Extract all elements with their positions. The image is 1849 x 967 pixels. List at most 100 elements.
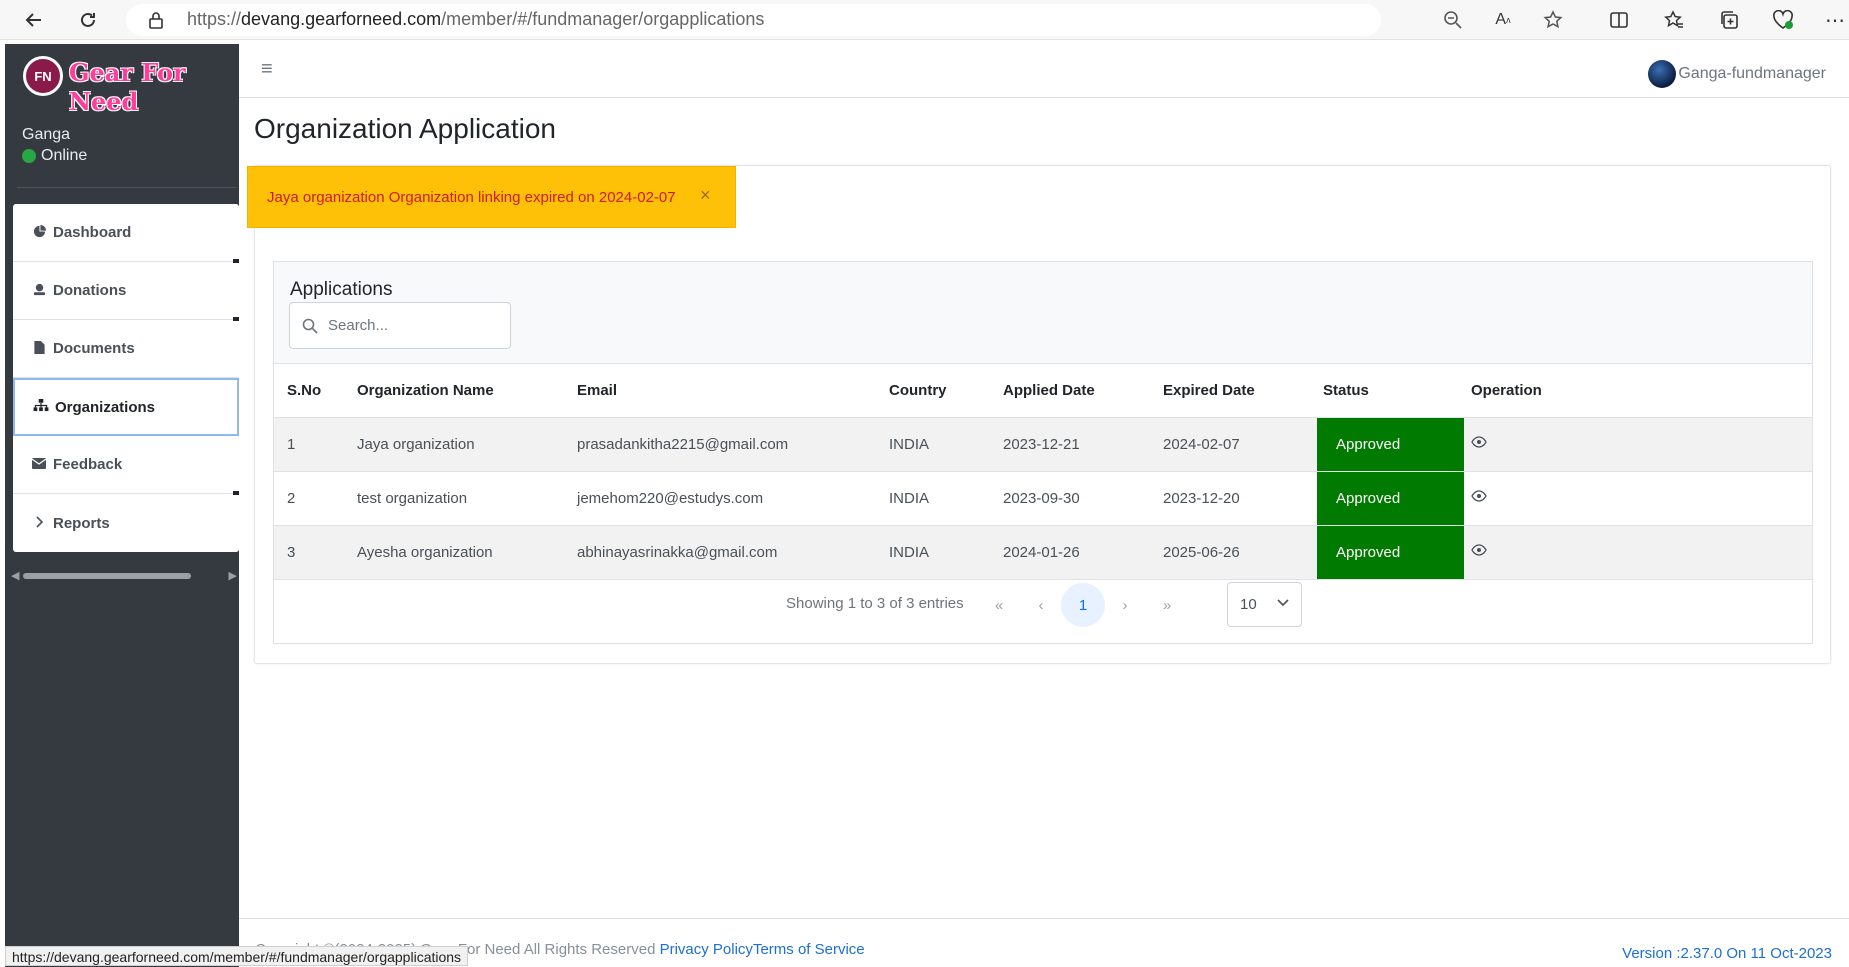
scroll-left-arrow-icon[interactable]: ◀ [11,569,19,582]
split-screen-icon[interactable] [1607,8,1631,32]
page-size-select[interactable]: 10 [1227,582,1302,627]
browser-essentials-icon[interactable] [1771,8,1795,32]
cell-sno: 1 [274,417,357,472]
sidebar-user-status: Online [22,147,87,165]
cell-expired-date: 2024-02-07 [1163,417,1317,472]
expiry-alert: Jaya organization Organization linking e… [247,166,736,228]
cell-status: Approved [1317,417,1464,472]
cell-applied-date: 2023-09-30 [1003,471,1163,526]
table-row: 2 test organization jemehom220@estudys.c… [274,471,1812,526]
page-size-value: 10 [1240,596,1257,613]
file-icon [31,340,47,357]
applications-title: Applications [290,279,393,300]
sidebar-horizontal-scrollbar[interactable]: ◀ ▶ [9,569,239,583]
cell-expired-date: 2025-06-26 [1163,525,1317,580]
cell-applied-date: 2024-01-26 [1003,525,1163,580]
avatar[interactable] [1648,60,1677,88]
page-1-button[interactable]: 1 [1061,583,1105,627]
sidebar-user-name[interactable]: Ganga [22,126,70,144]
url-text[interactable]: https://devang.gearforneed.com/member/#/… [187,9,764,30]
cell-email: jemehom220@estudys.com [577,471,889,526]
cell-applied-date: 2023-12-21 [1003,417,1163,472]
sidebar-item-label: Documents [53,340,135,357]
cell-country: INDIA [889,525,1003,580]
close-icon[interactable]: × [700,185,711,206]
collections-icon[interactable] [1717,8,1741,32]
link-preview-status: https://devang.gearforneed.com/member/#/… [5,946,469,966]
scrollbar-thumb[interactable] [23,573,191,579]
pagination: Showing 1 to 3 of 3 entries « ‹ 1 › » 10 [274,580,1812,628]
view-eye-icon[interactable] [1471,435,1487,452]
sidebar-menu: Dashboard Donations Documents Organizati… [13,204,239,552]
scroll-right-arrow-icon[interactable]: ▶ [229,569,237,582]
applications-header: Applications [274,262,1812,364]
sidebar-item-label: Dashboard [53,224,132,241]
sidebar-divider [17,187,237,188]
sitemap-icon [33,399,49,415]
column-header-country[interactable]: Country [889,365,1003,418]
view-eye-icon[interactable] [1471,489,1487,506]
sidebar-item-dashboard[interactable]: Dashboard [13,204,239,263]
cell-sno: 3 [274,525,357,580]
top-navbar: ≡ Ganga-fundmanager [239,44,1849,98]
column-header-email[interactable]: Email [577,365,889,418]
user-menu[interactable]: Ganga-fundmanager [1648,60,1826,88]
user-menu-label: Ganga-fundmanager [1678,65,1826,82]
first-page-button[interactable]: « [977,583,1021,627]
chevron-down-icon [1277,594,1289,610]
previous-page-button[interactable]: ‹ [1019,583,1063,627]
last-page-button[interactable]: » [1145,583,1189,627]
lock-icon[interactable] [144,8,168,32]
search-icon [302,318,318,334]
favorite-star-icon[interactable] [1541,8,1565,32]
brand-logo[interactable]: FN Gear For Need [17,52,237,116]
sidebar: FN Gear For Need Ganga Online Dashboard … [5,44,239,967]
favorites-icon[interactable] [1662,8,1686,32]
sidebar-item-feedback[interactable]: Feedback [13,436,239,495]
search-field[interactable] [289,302,511,349]
browser-toolbar: https://devang.gearforneed.com/member/#/… [0,0,1849,40]
sidebar-item-reports[interactable]: Reports [13,494,239,552]
column-header-status[interactable]: Status [1317,365,1464,418]
terms-of-service-link[interactable]: Terms of Service [753,941,865,958]
status-label: Online [41,147,88,164]
refresh-icon[interactable] [76,8,100,32]
url-host: devang.gearforneed.com [241,9,442,29]
online-status-icon [22,149,36,163]
sidebar-item-documents[interactable]: Documents [13,320,239,378]
privacy-policy-link[interactable]: Privacy Policy [660,941,753,958]
cell-organization-name: Ayesha organization [357,525,577,580]
next-page-button[interactable]: › [1103,583,1147,627]
view-eye-icon[interactable] [1471,543,1487,560]
pie-chart-icon [31,224,47,241]
cell-organization-name: Jaya organization [357,417,577,472]
zoom-out-icon[interactable] [1441,8,1465,32]
read-aloud-icon[interactable]: Aʌ [1491,8,1515,32]
logo-badge: FN [23,56,63,96]
cell-country: INDIA [889,471,1003,526]
table-row: 3 Ayesha organization abhinayasrinakka@g… [274,525,1812,580]
page-title: Organization Application [254,113,556,144]
sidebar-item-organizations[interactable]: Organizations [13,378,239,436]
table-header-row: S.No Organization Name Email Country App… [274,365,1812,418]
menu-toggle-icon[interactable]: ≡ [261,58,273,81]
search-input[interactable] [328,317,498,334]
alert-message: Jaya organization Organization linking e… [267,188,676,206]
column-header-sno[interactable]: S.No [274,365,357,418]
sidebar-item-label: Feedback [53,456,123,473]
column-header-organization-name[interactable]: Organization Name [357,365,577,418]
status-badge: Approved [1317,417,1464,471]
column-header-applied-date[interactable]: Applied Date [1003,365,1163,418]
column-header-expired-date[interactable]: Expired Date [1163,365,1317,418]
envelope-icon [31,457,47,472]
sidebar-item-label: Organizations [55,398,156,416]
cell-operation [1464,525,1812,580]
more-options-icon[interactable]: ⋯ [1823,8,1847,32]
sidebar-item-donations[interactable]: Donations [13,262,239,321]
sidebar-item-label: Reports [53,514,110,532]
back-arrow-icon[interactable] [22,8,46,32]
donate-icon [31,283,47,299]
pagination-info: Showing 1 to 3 of 3 entries [786,595,964,612]
cell-operation [1464,417,1812,472]
status-badge: Approved [1317,471,1464,525]
